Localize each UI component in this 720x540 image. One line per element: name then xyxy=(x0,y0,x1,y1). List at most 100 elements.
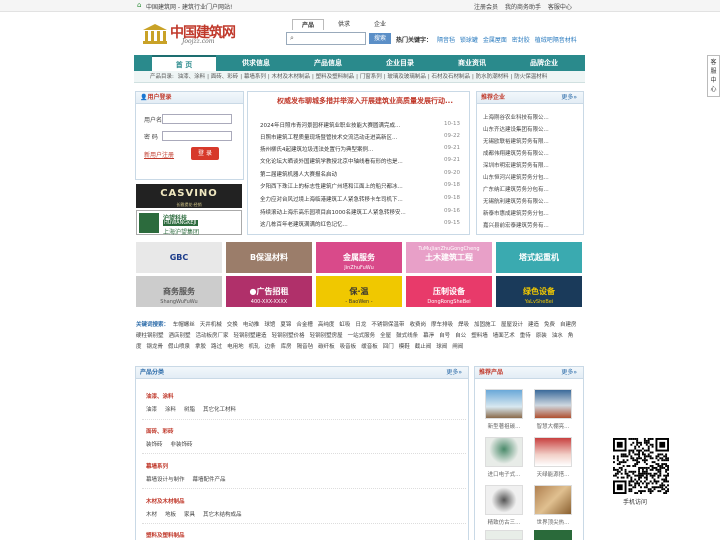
business-assistant-link[interactable]: 我的商务助手 xyxy=(505,4,541,11)
keyword-link[interactable]: 球阀 xyxy=(436,344,447,350)
ad-tile-press-equipment[interactable]: 压制设备 DongRongSheBei xyxy=(406,276,492,307)
product-label[interactable]: 精致仿古三... xyxy=(482,518,526,526)
keyword-link[interactable]: 截止阀 xyxy=(415,344,432,350)
nav-supply[interactable]: 供求信息 xyxy=(224,55,288,71)
news-headline[interactable]: 权威发布聊城多措并举深入开展建筑业高质量发展行动... xyxy=(270,96,460,106)
directory-item[interactable]: 防水防潮材料 xyxy=(476,74,509,80)
category-group-title[interactable]: 木材及木材制品 xyxy=(146,497,185,505)
keyword-link[interactable]: 吸音板 xyxy=(340,344,357,350)
directory-item[interactable]: 石材及石材制品 xyxy=(431,74,470,80)
keyword-link[interactable]: 不锈钢保温带 xyxy=(371,322,404,328)
keyword-link[interactable]: 机轧 xyxy=(249,344,260,350)
enterprise-item[interactable]: 无锡欧联裕建筑劳务有限... xyxy=(483,137,549,145)
keyword-link[interactable]: 球馆 xyxy=(264,322,275,328)
keyword-link[interactable]: 合金槽 xyxy=(296,322,313,328)
search-button[interactable]: 搜索 xyxy=(369,33,391,44)
enterprise-item[interactable]: 深圳市明宏建筑劳务有限... xyxy=(483,161,549,169)
keyword-link[interactable]: 钢龙骨 xyxy=(147,344,164,350)
product-thumbnail[interactable] xyxy=(485,485,523,515)
nav-news[interactable]: 商业资讯 xyxy=(440,55,504,71)
directory-item[interactable]: 面砖、彩砖 xyxy=(211,74,239,80)
directory-item[interactable]: 防火保温材料 xyxy=(514,74,547,80)
keyword-link[interactable]: 摩车排吸 xyxy=(431,322,453,328)
product-thumbnail[interactable] xyxy=(485,530,523,540)
ad-tile-business-service[interactable]: 商务服务 ShangWuFuWu xyxy=(136,276,222,307)
product-thumbnail[interactable] xyxy=(534,437,572,467)
enterprise-item[interactable]: 无锡航利建筑劳务有限公... xyxy=(483,197,549,205)
nav-companies[interactable]: 企业目录 xyxy=(368,55,432,71)
product-thumbnail[interactable] xyxy=(534,389,572,419)
keyword-link[interactable]: 自公 xyxy=(455,333,466,339)
news-item[interactable]: 文化论坛大晒谈外国建筑学教授北京中轴线看有形的也是... 09-21 xyxy=(260,157,460,165)
hot-keyword[interactable]: 金属屋面 xyxy=(483,37,507,44)
login-button[interactable]: 登 录 xyxy=(191,147,219,160)
keyword-link[interactable]: 轻钢别墅价格 xyxy=(272,333,305,339)
keyword-link[interactable]: 缓音板 xyxy=(361,344,378,350)
directory-item[interactable]: 幕墙系列 xyxy=(244,74,266,80)
keyword-link[interactable]: 焊吸 xyxy=(458,322,469,328)
keyword-link[interactable]: 油水 xyxy=(552,333,563,339)
ad-tile-green-equipment[interactable]: 绿色设备 YaLvSheBei xyxy=(496,276,582,307)
product-thumbnail[interactable] xyxy=(485,389,523,419)
keyword-link[interactable]: 一站式服务 xyxy=(348,333,376,339)
keyword-link[interactable]: 天井机械 xyxy=(200,322,222,328)
product-thumbnail[interactable] xyxy=(485,437,523,467)
keyword-link[interactable]: 幕淨 xyxy=(423,333,434,339)
nav-home[interactable]: 首 页 xyxy=(152,55,216,71)
category-group-title[interactable]: 油漆、涂料 xyxy=(146,392,174,400)
keyword-link[interactable]: 模鞋 xyxy=(399,344,410,350)
directory-item[interactable]: 油漆、涂料 xyxy=(178,74,206,80)
service-center-link[interactable]: 客服中心 xyxy=(548,4,572,11)
directory-item[interactable]: 塑料及塑料制品 xyxy=(316,74,355,80)
keyword-link[interactable]: 夏锦 xyxy=(280,322,291,328)
directory-item[interactable]: 玻璃及玻璃制品 xyxy=(387,74,426,80)
keyword-link[interactable]: 交换 xyxy=(227,322,238,328)
ad-tile-metal-service[interactable]: 金属服务 JinZhuFuWu xyxy=(316,242,402,273)
category-group-title[interactable]: 面砖、彩砖 xyxy=(146,427,174,435)
customer-service-float[interactable]: 客服中心 xyxy=(707,55,720,97)
hot-keyword[interactable]: 密封胶 xyxy=(512,37,530,44)
keyword-link[interactable]: 拿胶 xyxy=(195,344,206,350)
enterprises-more-link[interactable]: 更多» xyxy=(561,92,577,104)
category-group-title[interactable]: 幕墙系列 xyxy=(146,462,168,470)
keyword-link[interactable]: 电用地 xyxy=(227,344,244,350)
keyword-link[interactable]: 轻钢别墅房屋 xyxy=(310,333,343,339)
ad-tile-civil-engineering[interactable]: 土木建筑工程 TuMuJianZhuGongCheng xyxy=(406,242,492,273)
product-label[interactable]: 世界顶尖热... xyxy=(531,518,575,526)
register-link[interactable]: 注册会员 xyxy=(474,4,498,11)
category-more-link[interactable]: 更多» xyxy=(446,367,462,379)
ad-tile-ad-rental[interactable]: ●广告招租 400-XXX-XXXX xyxy=(226,276,312,307)
nav-brands[interactable]: 品牌企业 xyxy=(512,55,576,71)
enterprise-item[interactable]: 上海刚谷农业科技有限公... xyxy=(483,113,549,121)
search-input[interactable]: ⌕ xyxy=(286,32,366,45)
news-item[interactable]: 这几栋百年老建筑满满的红色记忆... 09-15 xyxy=(260,220,460,228)
keyword-link[interactable]: 闸阀 xyxy=(452,344,463,350)
ad-tile-insulation-2[interactable]: 保·温 - BaoWen - xyxy=(316,276,402,307)
keyword-link[interactable]: 免费 xyxy=(544,322,555,328)
keyword-link[interactable]: 库房 xyxy=(281,344,292,350)
search-tab-product[interactable]: 产品 xyxy=(292,19,324,30)
keyword-link[interactable]: 加固施工 xyxy=(474,322,496,328)
keyword-link[interactable]: 鼓式线条 xyxy=(396,333,418,339)
news-item[interactable]: 持续滚动上海乐高乐园项目启1000名建筑工人紧急转移安... 09-16 xyxy=(260,208,460,216)
keyword-link[interactable]: 回门 xyxy=(383,344,394,350)
category-group-title[interactable]: 塑料及塑料制品 xyxy=(146,531,185,539)
keyword-link[interactable]: 日龙 xyxy=(355,322,366,328)
news-item[interactable]: 夕阳西下珠江上的标志性建筑广州塔和江面上的船只都冰... 09-18 xyxy=(260,182,460,190)
enterprise-item[interactable]: 嘉兴县前宏泰建筑劳务有... xyxy=(483,221,549,229)
news-item[interactable]: 全力应对台风过境上海临港建筑工人紧急转移卡车司机下... 09-18 xyxy=(260,195,460,203)
product-label[interactable]: 智慧大棚亮... xyxy=(531,422,575,430)
enterprise-item[interactable]: 山东齐达建设集团有限公... xyxy=(483,125,549,133)
username-input[interactable] xyxy=(162,114,232,124)
enterprise-item[interactable]: 新泰市惠成建筑劳务分包... xyxy=(483,209,549,217)
product-label[interactable]: 进口电子式... xyxy=(482,470,526,478)
keyword-link[interactable]: 电动推 xyxy=(243,322,260,328)
password-input[interactable] xyxy=(162,131,232,141)
search-tab-supply[interactable]: 供求 xyxy=(328,19,360,30)
ad-tile-gbc[interactable]: GBC xyxy=(136,242,222,273)
ad-tile-insulation[interactable]: B保温材料 xyxy=(226,242,312,273)
keyword-link[interactable]: 边条 xyxy=(265,344,276,350)
directory-item[interactable]: 门窗系列 xyxy=(360,74,382,80)
enterprise-item[interactable]: 成都伟翔建筑劳务有限公... xyxy=(483,149,549,157)
enterprise-item[interactable]: 山东恒河兴建筑劳务分包... xyxy=(483,173,549,181)
